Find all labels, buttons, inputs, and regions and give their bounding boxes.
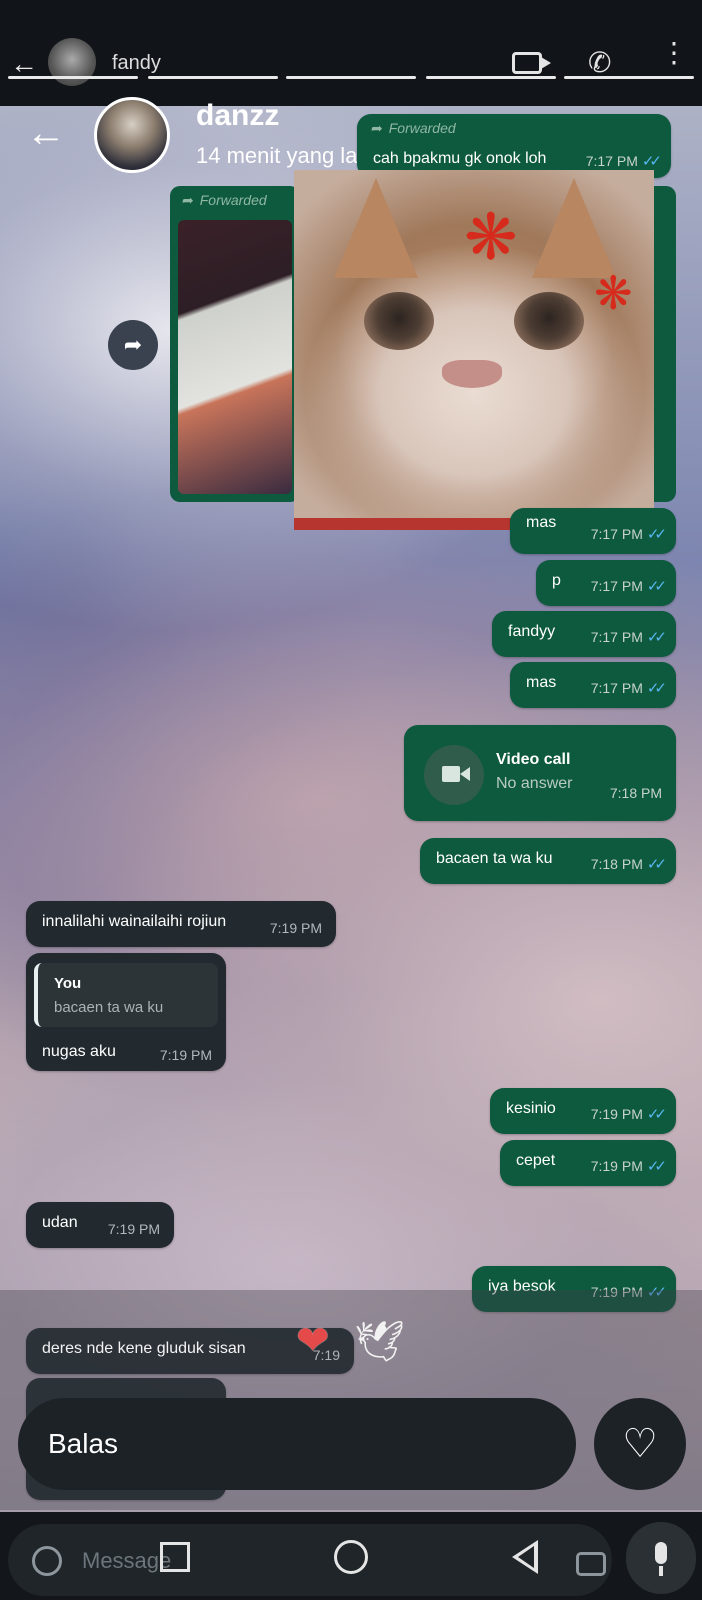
quoted-message[interactable]: You bacaen ta wa ku — [34, 963, 218, 1027]
quoted-author: You — [54, 975, 82, 992]
back-triangle-icon[interactable] — [512, 1540, 538, 1574]
story-progress-segment — [148, 76, 278, 79]
message-text: bacaen ta wa ku — [436, 850, 553, 867]
camera-icon[interactable] — [576, 1552, 606, 1576]
chat-message[interactable]: cepet 7:19 PM ✓✓ — [500, 1140, 676, 1186]
video-call-icon[interactable] — [512, 52, 551, 74]
forwarded-photo[interactable] — [178, 220, 292, 494]
read-ticks-icon: ✓✓ — [646, 680, 667, 697]
read-ticks-icon: ✓✓ — [646, 526, 667, 543]
message-text: p — [552, 572, 561, 589]
message-text: innalilahi wainailaihi rojiun — [42, 913, 227, 930]
cat-eye — [364, 292, 434, 350]
forwarded-label: ➦ Forwarded — [371, 120, 456, 136]
reply-message[interactable]: You bacaen ta wa ku nugas aku 7:19 PM — [26, 953, 226, 1071]
message-meta: 7:17 PM ✓✓ — [590, 680, 667, 697]
chat-message[interactable]: mas 7:17 PM ✓✓ — [510, 662, 676, 708]
forwarded-label: ➦ Forwarded — [182, 192, 267, 208]
story-author-name[interactable]: danzz — [196, 99, 279, 133]
message-meta: 7:19 PM ✓✓ — [590, 1106, 667, 1123]
message-text: cepet — [516, 1152, 556, 1169]
chat-message[interactable]: innalilahi wainailaihi rojiun 7:19 PM — [26, 901, 336, 947]
cat-ear — [532, 178, 616, 278]
message-text: kesinio — [506, 1100, 556, 1117]
quoted-text: bacaen ta wa ku — [54, 999, 164, 1016]
whatsapp-header: ← fandy ✆ ⋮ — [0, 0, 702, 106]
bottom-bar: Message — [0, 1512, 702, 1600]
home-icon[interactable] — [334, 1540, 368, 1574]
message-text: mas — [526, 674, 557, 691]
video-call-title: Video call — [496, 751, 571, 768]
read-ticks-icon: ✓✓ — [641, 153, 662, 170]
emoji-icon[interactable] — [32, 1546, 62, 1576]
forward-button-icon[interactable]: ➦ — [108, 320, 158, 370]
message-meta: 7:18 PM ✓✓ — [590, 856, 667, 873]
forward-icon: ➦ — [371, 120, 383, 136]
message-text: fandyy — [508, 623, 556, 640]
message-meta: 7:19 PM — [159, 1047, 212, 1063]
story-progress-segment — [564, 76, 694, 79]
message-meta: 7:18 PM — [609, 785, 662, 801]
story-timestamp: 14 menit yang lalu — [196, 143, 375, 168]
message-placeholder: Message — [82, 1548, 172, 1573]
video-call-icon — [424, 745, 484, 805]
chat-message[interactable]: mas 7:17 PM ✓✓ — [510, 508, 676, 554]
forwarded-message[interactable]: ➦ Forwarded cah bpakmu gk onok loh 7:17 P… — [357, 114, 671, 178]
recent-apps-icon[interactable] — [160, 1542, 190, 1572]
anger-symbol-icon: ❋ — [594, 267, 633, 319]
story-progress-segment — [286, 76, 416, 79]
dove-sticker-icon: 🕊 — [354, 1320, 405, 1364]
read-ticks-icon: ✓✓ — [646, 578, 667, 595]
phone-icon[interactable]: ✆ — [588, 46, 611, 79]
message-text: nugas aku — [42, 1043, 116, 1060]
story-reply-input[interactable]: Balas — [18, 1398, 576, 1490]
contact-name[interactable]: fandy — [112, 52, 161, 75]
story-progress-segment — [8, 76, 138, 79]
heart-sticker-icon: ❤ — [296, 1319, 330, 1363]
read-ticks-icon: ✓✓ — [646, 629, 667, 646]
read-ticks-icon: ✓✓ — [646, 856, 667, 873]
cat-eye — [514, 292, 584, 350]
message-meta: 7:19 PM — [107, 1221, 160, 1237]
like-heart-icon[interactable]: ♡ — [594, 1398, 686, 1490]
message-meta: 7:17 PM ✓✓ — [585, 153, 662, 170]
chat-message[interactable]: bacaen ta wa ku 7:18 PM ✓✓ — [420, 838, 676, 884]
cat-sticker-image: ❋ ❋ — [294, 170, 654, 530]
cat-nose — [442, 360, 502, 388]
story-back-arrow-icon[interactable]: ← — [26, 113, 66, 153]
message-text: mas — [526, 514, 557, 531]
cat-ear — [334, 178, 418, 278]
message-meta: 7:17 PM ✓✓ — [590, 526, 667, 543]
read-ticks-icon: ✓✓ — [646, 1158, 667, 1175]
reply-placeholder: Balas — [48, 1428, 119, 1459]
anger-symbol-icon: ❋ — [464, 201, 518, 273]
message-meta: 7:17 PM ✓✓ — [590, 629, 667, 646]
story-progress-segment — [426, 76, 556, 79]
microphone-icon[interactable] — [626, 1522, 696, 1594]
story-avatar[interactable] — [94, 97, 170, 173]
forward-icon: ➦ — [182, 192, 194, 208]
chat-message[interactable]: p 7:17 PM ✓✓ — [536, 560, 676, 606]
video-call-status: No answer — [496, 775, 573, 792]
more-options-icon[interactable]: ⋮ — [660, 39, 688, 67]
message-text: deres nde kene gluduk sisan — [42, 1340, 246, 1357]
chat-message[interactable]: udan 7:19 PM — [26, 1202, 174, 1248]
message-meta: 7:19 PM — [269, 920, 322, 936]
message-meta: 7:19 PM ✓✓ — [590, 1158, 667, 1175]
message-meta: 7:17 PM ✓✓ — [590, 578, 667, 595]
message-text: udan — [42, 1214, 78, 1231]
forwarded-media-message[interactable]: ➦ Forwarded — [170, 186, 300, 502]
video-call-message[interactable]: Video call No answer 7:18 PM — [404, 725, 676, 821]
message-text: cah bpakmu gk onok loh — [373, 150, 547, 167]
read-ticks-icon: ✓✓ — [646, 1106, 667, 1123]
chat-message[interactable]: fandyy 7:17 PM ✓✓ — [492, 611, 676, 657]
chat-message[interactable]: kesinio 7:19 PM ✓✓ — [490, 1088, 676, 1134]
